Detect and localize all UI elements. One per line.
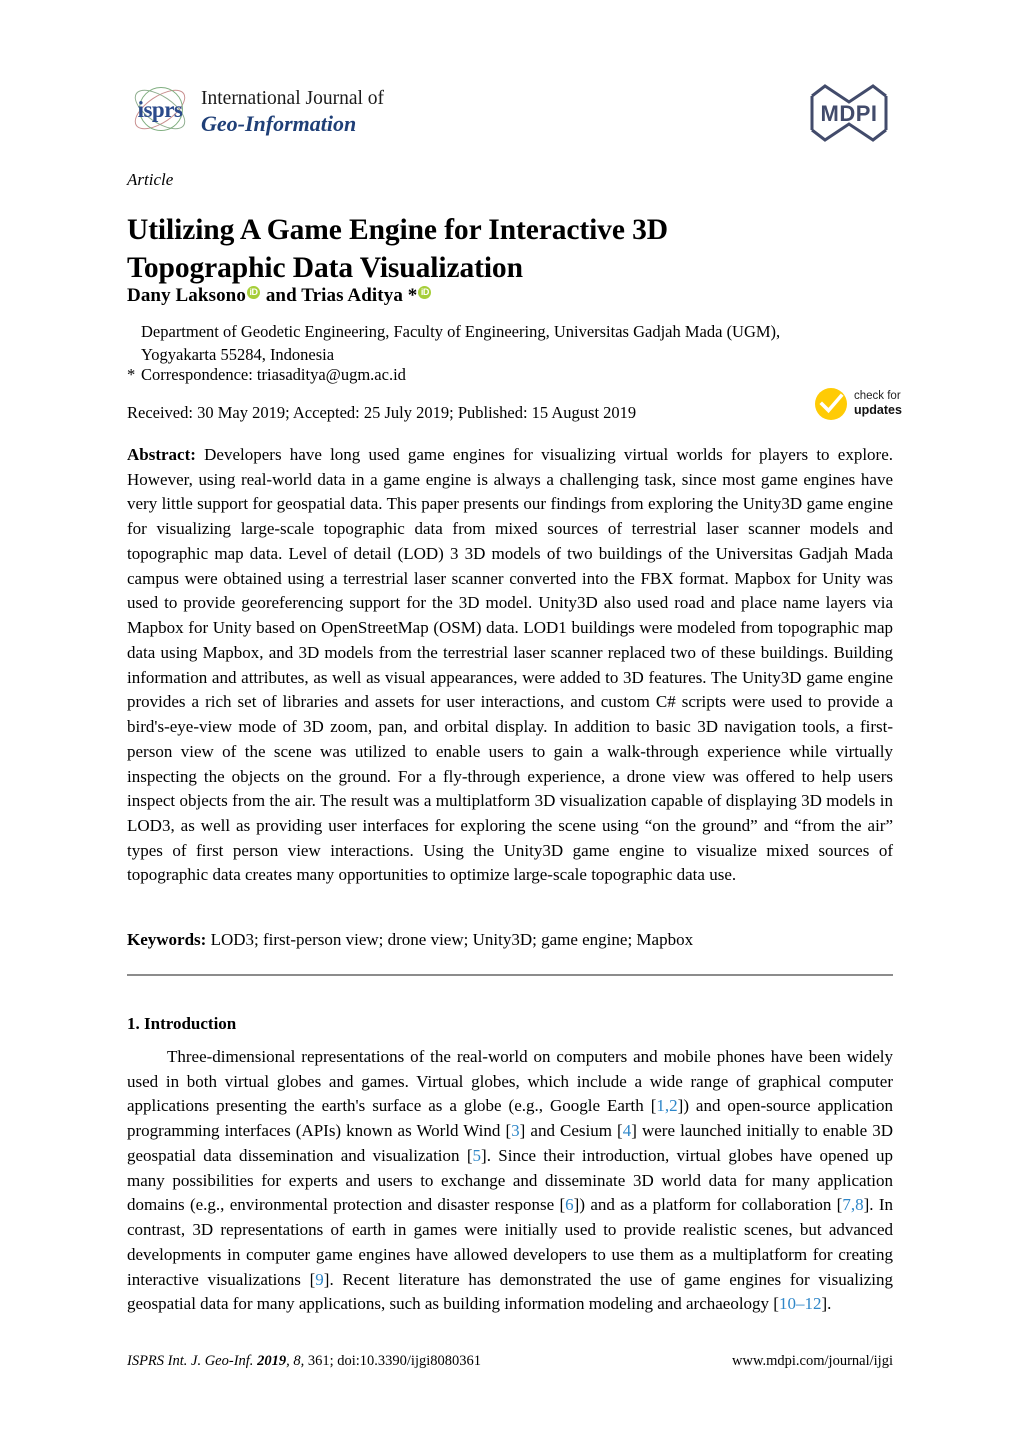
paper-page: isprs International Journal of Geo-Infor… (0, 0, 1020, 1442)
footer-citation: ISPRS Int. J. Geo-Inf. 2019, 8, 361; doi… (127, 1353, 482, 1369)
isprs-wordmark: isprs (137, 97, 183, 122)
page-title: Utilizing A Game Engine for Interactive … (127, 213, 668, 284)
footer-volume: 8 (293, 1353, 301, 1369)
footer-year: 2019 (257, 1353, 287, 1369)
citation-link[interactable]: 1,2 (656, 1096, 677, 1115)
correspondence: * Correspondence: triasaditya@ugm.ac.id (127, 363, 827, 386)
abstract-label: Abstract: (127, 445, 196, 464)
footer-article-number: 361 (307, 1353, 330, 1369)
citation-link[interactable]: 9 (315, 1270, 324, 1289)
orcid-icon[interactable]: iD (246, 285, 260, 299)
affiliation: Department of Geodetic Engineering, Facu… (141, 322, 781, 365)
check-for-updates-line2: updates (854, 403, 902, 418)
author-name-2: and Trias Aditya * (265, 285, 418, 306)
intro-text-3: ] and Cesium [ (519, 1121, 623, 1141)
intro-text-9: ]. (821, 1294, 832, 1314)
journal-branding: isprs International Journal of Geo-Infor… (127, 82, 384, 140)
citation-link[interactable]: 10–12 (779, 1294, 822, 1313)
isprs-logo-icon: isprs (127, 82, 193, 140)
check-for-updates-badge[interactable]: check for updates (814, 383, 910, 425)
svg-text:MDPI: MDPI (821, 101, 878, 126)
introduction-paragraph: Three-dimensional representations of the… (127, 1045, 893, 1317)
journal-title-line2: Geo-Information (201, 111, 357, 137)
correspondence-text: Correspondence: triasaditya@ugm.ac.id (141, 365, 406, 384)
journal-title-line1: International Journal of (201, 88, 385, 110)
section-divider (127, 974, 893, 976)
orcid-icon[interactable]: iD (418, 285, 432, 299)
checkmark-icon (814, 387, 848, 421)
footer-journal-url[interactable]: www.mdpi.com/journal/ijgi (732, 1353, 893, 1370)
citation-link[interactable]: 7,8 (842, 1195, 863, 1214)
section-heading-introduction: 1. Introduction (127, 1014, 237, 1033)
mdpi-logo-icon: MDPI (805, 82, 893, 144)
check-for-updates-label: check for updates (854, 390, 902, 418)
keywords-text: LOD3; first-person view; drone view; Uni… (210, 930, 694, 949)
publication-dates: Received: 30 May 2019; Accepted: 25 July… (127, 403, 637, 422)
citation-link[interactable]: 3 (511, 1121, 520, 1140)
abstract: Abstract: Developers have long used game… (127, 443, 893, 888)
author-name-1: Dany Laksono (127, 285, 246, 306)
citation-link[interactable]: 5 (473, 1146, 482, 1165)
footer-doi: doi:10.3390/ijgi8080361 (337, 1353, 482, 1369)
abstract-text: Developers have long used game engines f… (127, 445, 893, 885)
intro-text-6: ]) and as a platform for collaboration [ (573, 1195, 843, 1215)
citation-link[interactable]: 4 (623, 1121, 632, 1140)
keywords-label: Keywords: (127, 930, 207, 949)
citation-link[interactable]: 6 (565, 1195, 574, 1214)
footer-journal-abbrev: ISPRS Int. J. Geo-Inf. (127, 1353, 254, 1369)
article-type-label: Article (127, 170, 174, 189)
journal-title: International Journal of Geo-Information (201, 87, 384, 137)
author-list: Dany Laksono iD and Trias Aditya * iD (127, 285, 432, 307)
check-for-updates-line1: check for (854, 390, 901, 403)
page-footer: ISPRS Int. J. Geo-Inf. 2019, 8, 361; doi… (127, 1353, 893, 1370)
correspondence-marker: * (127, 365, 136, 384)
keywords: Keywords: LOD3; first-person view; drone… (127, 928, 893, 953)
masthead: isprs International Journal of Geo-Infor… (127, 82, 893, 146)
